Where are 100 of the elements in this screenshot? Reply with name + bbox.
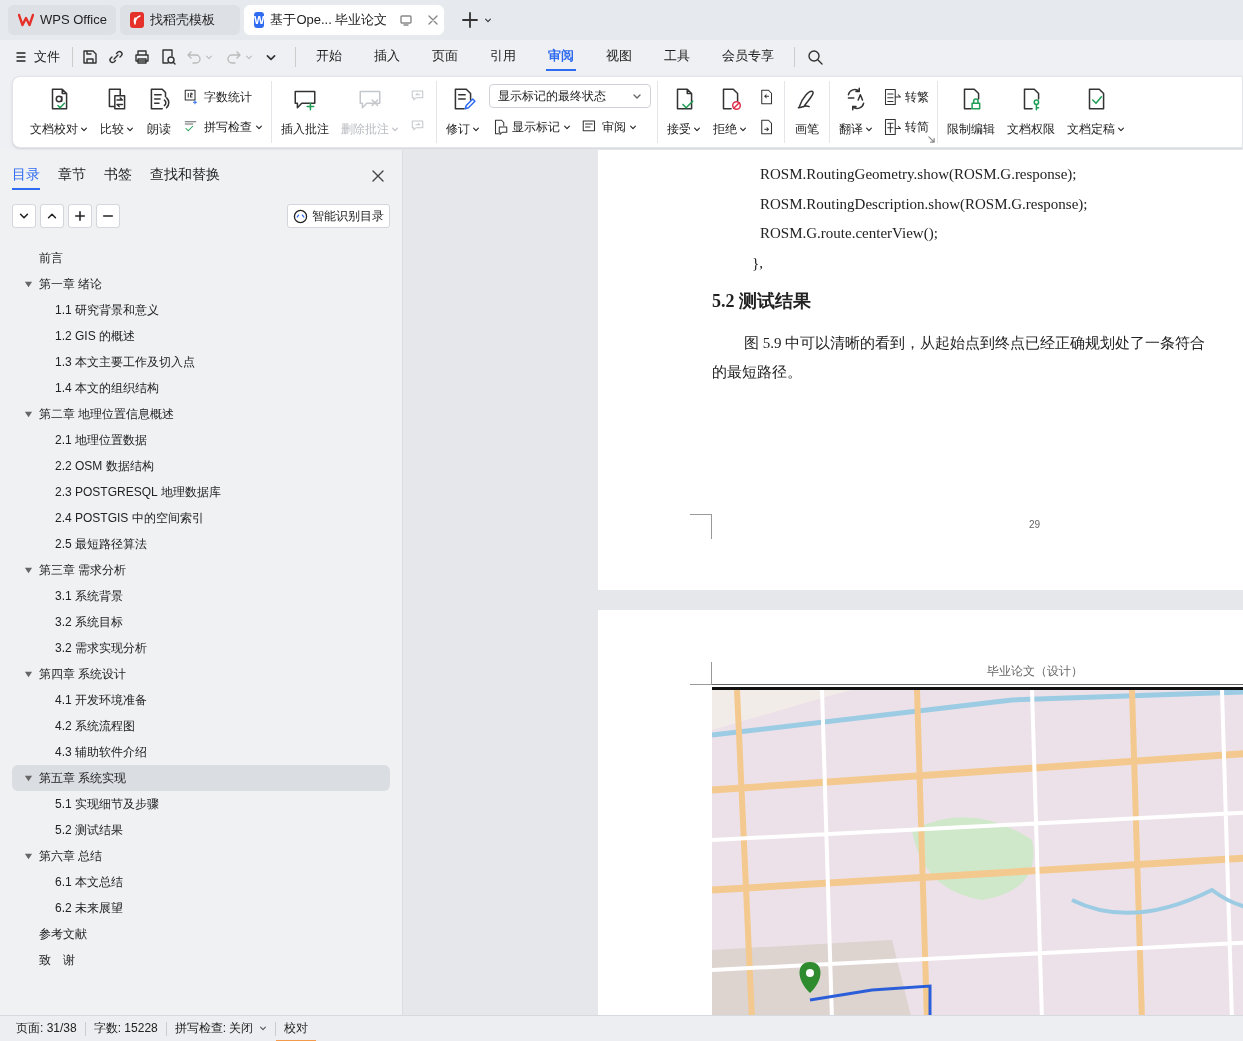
toolbar-button[interactable]: 审阅	[579, 114, 639, 140]
outline-item[interactable]: 1.4 本文的组织结构	[12, 375, 390, 401]
menu-tab[interactable]: 页面	[430, 43, 460, 71]
outline-item[interactable]: 致 谢	[12, 947, 390, 973]
collapse-button[interactable]	[12, 204, 36, 228]
menu-tab[interactable]: 插入	[372, 43, 402, 71]
outline-item[interactable]: 第六章 总结	[12, 843, 390, 869]
toolbar-button[interactable]: 接受	[664, 82, 704, 142]
outline-item[interactable]: 1.3 本文主要工作及切入点	[12, 349, 390, 375]
caret-icon	[245, 53, 253, 61]
print-icon[interactable]	[133, 48, 151, 66]
outline-item[interactable]: 2.3 POSTGRESQL 地理数据库	[12, 479, 390, 505]
outline-item[interactable]: 5.2 测试结果	[12, 817, 390, 843]
panel-tab[interactable]: 目录	[12, 164, 40, 190]
outline-item[interactable]: 4.1 开发环境准备	[12, 687, 390, 713]
smart-toc-button[interactable]: 智能识别目录	[287, 204, 390, 228]
paragraph-line: 图 5.9 中可以清晰的看到，从起始点到终点已经正确规划处了一条符合	[743, 333, 1207, 353]
status-item[interactable]: 字数: 15228	[85, 1015, 166, 1041]
outline-item[interactable]: 第三章 需求分析	[12, 557, 390, 583]
status-item[interactable]: 拼写检查: 关闭	[166, 1015, 276, 1041]
outline-item[interactable]: 第二章 地理位置信息概述	[12, 401, 390, 427]
outline-item[interactable]: 第一章 绪论	[12, 271, 390, 297]
code-line: ROSM.G.route.centerView();	[759, 224, 939, 243]
search-icon[interactable]	[807, 49, 823, 65]
document-tab[interactable]: 找稻壳模板	[120, 5, 240, 35]
outline-item[interactable]: 前言	[12, 245, 390, 271]
document-tab[interactable]: WPS Office	[8, 5, 116, 35]
expand-button[interactable]	[40, 204, 64, 228]
outline-item[interactable]: 第四章 系统设计	[12, 661, 390, 687]
toolbar-button[interactable]: 拼写检查	[181, 114, 265, 140]
toolbar-button[interactable]: 文档定稿	[1064, 82, 1128, 142]
caret-icon	[255, 123, 263, 131]
outline-item[interactable]: 3.2 系统目标	[12, 609, 390, 635]
document-badge: W	[254, 12, 265, 28]
caret-icon	[739, 125, 747, 133]
toolbar-button[interactable]: 画笔	[791, 82, 823, 142]
caret-icon	[1117, 125, 1125, 133]
toolbar-button[interactable]: 插入批注	[278, 82, 332, 142]
toolbar-button[interactable]: 拒绝	[710, 82, 750, 142]
caret-icon	[563, 123, 571, 131]
toolbar-button[interactable]: 显示标记	[489, 114, 573, 140]
code-line: ROSM.RoutingDescription.show(ROSM.G.response);	[759, 194, 1089, 214]
plus-button[interactable]	[68, 204, 92, 228]
outline-item[interactable]: 3.2 需求实现分析	[12, 635, 390, 661]
caret-icon	[693, 125, 701, 133]
menu-tab[interactable]: 引用	[488, 43, 518, 71]
outline-item[interactable]: 6.2 未来展望	[12, 895, 390, 921]
close-icon[interactable]	[372, 170, 384, 182]
expand-triangle-icon[interactable]	[24, 565, 33, 575]
file-menu[interactable]: 文件	[16, 47, 72, 67]
toolbar-button[interactable]: 转繁	[882, 84, 931, 110]
dialog-launcher-icon[interactable]	[928, 136, 935, 143]
outline-item[interactable]: 参考文献	[12, 921, 390, 947]
expand-triangle-icon[interactable]	[24, 773, 33, 783]
toolbar-button[interactable]: 文档权限	[1004, 82, 1058, 142]
toolbar-button[interactable]: 限制编辑	[944, 82, 998, 142]
panel-tab[interactable]: 章节	[58, 164, 86, 190]
caret-icon	[472, 125, 480, 133]
status-item[interactable]: 校对	[276, 1015, 317, 1041]
outline-item[interactable]: 4.2 系统流程图	[12, 713, 390, 739]
panel-tab[interactable]: 书签	[104, 164, 132, 190]
menu-tab[interactable]: 视图	[604, 43, 634, 71]
menu-icon	[16, 51, 26, 63]
toolbar-button[interactable]: 修订	[443, 82, 483, 142]
outline-item[interactable]: 1.1 研究背景和意义	[12, 297, 390, 323]
toolbar-button[interactable]: 朗读	[143, 82, 175, 142]
outline-item[interactable]: 2.5 最短路径算法	[12, 531, 390, 557]
panel-tab[interactable]: 查找和替换	[150, 164, 220, 190]
toolbar-button[interactable]: 转简	[882, 114, 931, 140]
toolbar-button[interactable]: 字数统计	[181, 84, 254, 110]
print-preview-icon[interactable]	[159, 48, 177, 66]
link-icon[interactable]	[107, 48, 125, 66]
menu-tab[interactable]: 开始	[314, 43, 344, 71]
expand-triangle-icon[interactable]	[24, 669, 33, 679]
outline-item[interactable]: 第五章 系统实现	[12, 765, 390, 791]
new-tab-icon[interactable]	[462, 12, 478, 28]
expand-triangle-icon[interactable]	[24, 279, 33, 289]
status-item[interactable]: 页面: 31/38	[8, 1015, 85, 1041]
menu-tab[interactable]: 工具	[662, 43, 692, 71]
toolbar-button[interactable]: 文档校对	[27, 82, 91, 142]
outline-item[interactable]: 6.1 本文总结	[12, 869, 390, 895]
expand-triangle-icon[interactable]	[24, 851, 33, 861]
outline-item[interactable]: 2.1 地理位置数据	[12, 427, 390, 453]
minus-button[interactable]	[96, 204, 120, 228]
view-select[interactable]: 显示标记的最终状态	[489, 84, 651, 108]
outline-item[interactable]: 1.2 GIS 的概述	[12, 323, 390, 349]
expand-triangle-icon[interactable]	[24, 409, 33, 419]
outline-item[interactable]: 4.3 辅助软件介绍	[12, 739, 390, 765]
outline-item[interactable]: 2.4 POSTGIS 中的空间索引	[12, 505, 390, 531]
caret-icon	[629, 123, 637, 131]
outline-item[interactable]: 3.1 系统背景	[12, 583, 390, 609]
toolbar-button[interactable]: 翻译	[836, 82, 876, 142]
caret-icon	[205, 53, 213, 61]
outline-item[interactable]: 5.1 实现细节及步骤	[12, 791, 390, 817]
code-line: ROSM.RoutingGeometry.show(ROSM.G.response);	[759, 165, 1078, 184]
toolbar-button[interactable]: 比较	[97, 82, 137, 142]
outline-item[interactable]: 2.2 OSM 数据结构	[12, 453, 390, 479]
menu-tab[interactable]: 会员专享	[720, 43, 776, 71]
save-icon[interactable]	[81, 48, 99, 66]
menu-tab[interactable]: 审阅	[546, 43, 576, 71]
